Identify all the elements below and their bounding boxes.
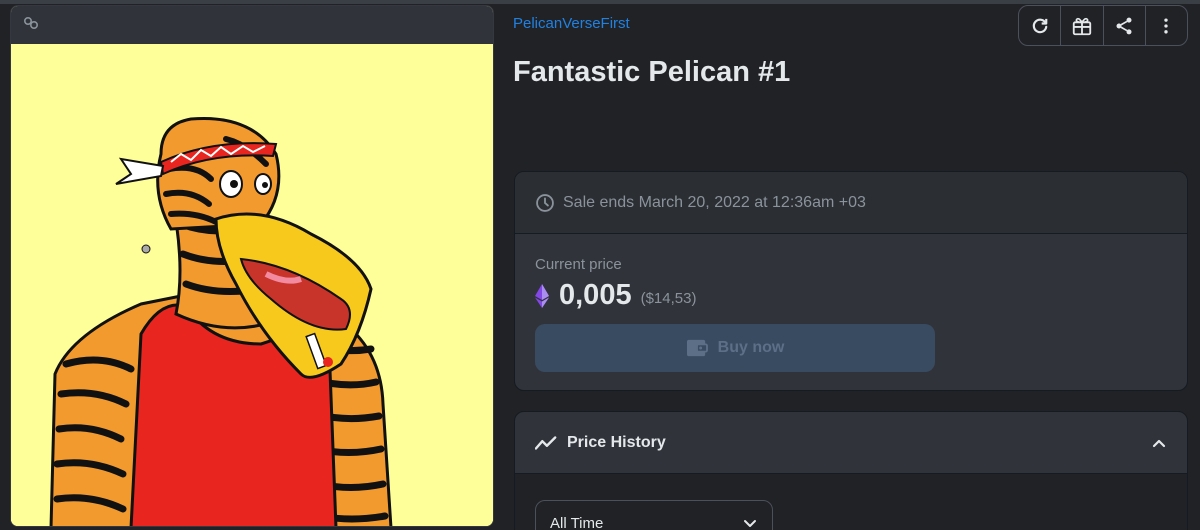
trending-icon: [535, 435, 557, 450]
gift-icon: [1072, 17, 1092, 35]
collection-link[interactable]: PelicanVerseFirst: [513, 15, 630, 32]
price-history-title: Price History: [567, 433, 666, 451]
wallet-icon: [686, 339, 708, 357]
refresh-icon: [1032, 18, 1047, 33]
price-history-header[interactable]: Price History: [515, 412, 1187, 474]
chevron-down-icon: [744, 520, 756, 527]
price-usd: ($14,53): [640, 290, 697, 307]
image-card-header: [11, 6, 493, 44]
more-vertical-icon: [1164, 18, 1169, 33]
clock-icon: [536, 193, 554, 212]
price-history-body: All Time: [515, 474, 1187, 530]
chevron-up-icon: [1152, 439, 1166, 447]
asset-title: Fantastic Pelican #1: [513, 56, 791, 88]
buy-now-button[interactable]: Buy now: [535, 324, 935, 372]
time-range-value: All Time: [550, 514, 604, 530]
share-icon: [1116, 17, 1132, 34]
ethereum-icon: [535, 283, 549, 308]
buy-now-label: Buy now: [717, 339, 785, 356]
share-button[interactable]: [1104, 6, 1146, 45]
price-value: 0,005: [559, 279, 632, 311]
asset-image-card: [10, 5, 494, 527]
price-row: 0,005 ($14,53): [535, 279, 1167, 312]
time-range-select[interactable]: All Time: [535, 500, 773, 530]
sale-card: Sale ends March 20, 2022 at 12:36am +03 …: [514, 171, 1188, 391]
pelican-artwork: [11, 44, 493, 526]
current-price-label: Current price: [535, 256, 622, 273]
more-options-button[interactable]: [1146, 6, 1187, 45]
asset-image[interactable]: [11, 44, 493, 526]
asset-toolbar: [1018, 5, 1188, 46]
sale-body: Current price 0,005 ($14,53) Buy now: [515, 234, 1187, 372]
polygon-chain-icon: [23, 15, 39, 36]
sale-ends-text: Sale ends March 20, 2022 at 12:36am +03: [563, 193, 866, 211]
top-strip: [0, 0, 1200, 4]
sale-header: Sale ends March 20, 2022 at 12:36am +03: [515, 172, 1187, 234]
refresh-button[interactable]: [1019, 6, 1062, 45]
price-history-card: Price History All Time: [514, 411, 1188, 530]
gift-button[interactable]: [1061, 6, 1104, 45]
